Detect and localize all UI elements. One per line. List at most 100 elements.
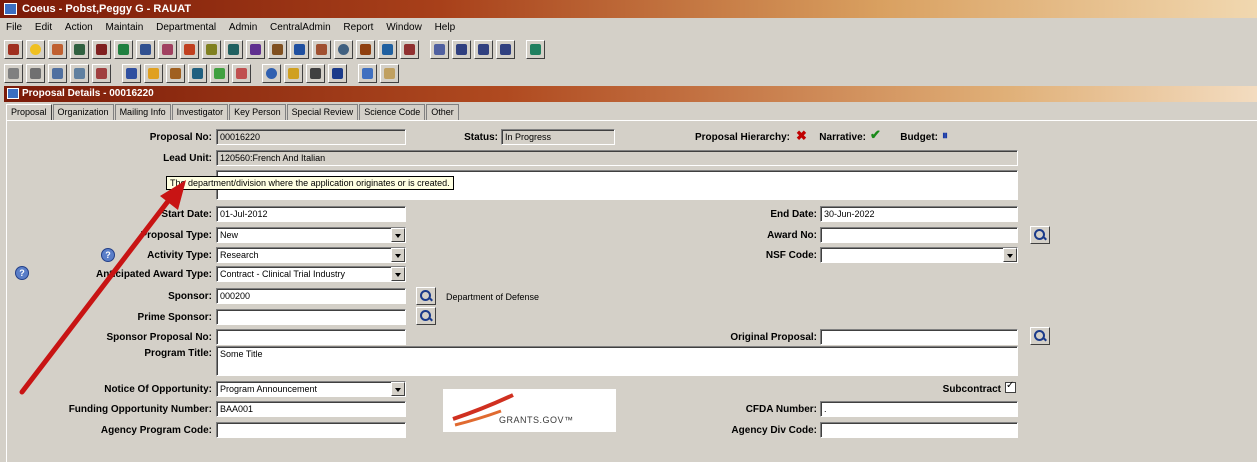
end-date-field[interactable]: 30-Jun-2022	[820, 206, 1018, 222]
menu-edit[interactable]: Edit	[35, 22, 52, 33]
activity-type-select[interactable]: Research	[216, 247, 406, 263]
toolbar-box-icon[interactable]	[290, 39, 309, 59]
menu-file[interactable]: File	[6, 22, 22, 33]
toolbar-table-icon[interactable]	[496, 39, 515, 59]
grants-gov-text: GRANTS.GOV™	[499, 415, 574, 425]
proposal-type-select[interactable]: New	[216, 227, 406, 243]
toolbar-columns-icon[interactable]	[474, 39, 493, 59]
toolbar-window-icon[interactable]	[378, 39, 397, 59]
toolbar-stack-icon[interactable]	[312, 39, 331, 59]
tab-special-review[interactable]: Special Review	[286, 104, 359, 120]
subcontract-checkbox[interactable]	[1005, 380, 1016, 393]
start-date-field[interactable]: 01-Jul-2012	[216, 206, 406, 222]
tab-key-person[interactable]: Key Person	[229, 104, 286, 120]
hierarchy-x-icon: ✖	[796, 128, 807, 143]
toolbar-flow-icon[interactable]	[70, 39, 89, 59]
agency-div-field[interactable]	[820, 422, 1018, 438]
toolbar-grid-icon[interactable]	[136, 39, 155, 59]
agency-program-field[interactable]	[216, 422, 406, 438]
menu-centraladmin[interactable]: CentralAdmin	[270, 22, 331, 33]
toolbar-circle-icon[interactable]	[334, 39, 353, 59]
toolbar-warning-icon[interactable]	[144, 63, 163, 83]
notice-select[interactable]: Program Announcement	[216, 381, 406, 397]
tab-mailing-info[interactable]: Mailing Info	[114, 104, 171, 120]
toolbar-tree-icon[interactable]	[224, 39, 243, 59]
toolbar-grid2-icon[interactable]	[166, 63, 185, 83]
award-no-field[interactable]	[820, 227, 1018, 243]
chevron-down-icon[interactable]	[391, 382, 405, 396]
toolbar-close-doc-icon[interactable]	[380, 63, 399, 83]
tab-strip: Proposal Organization Mailing Info Inves…	[6, 104, 460, 121]
narrative-check-icon: ✔	[870, 127, 881, 142]
toolbar-validate-icon[interactable]	[122, 63, 141, 83]
funding-field[interactable]: BAA001	[216, 401, 406, 417]
sponsor-proposal-field[interactable]	[216, 329, 406, 345]
toolbar-exit-icon[interactable]	[526, 39, 545, 59]
toolbar-scissors-icon[interactable]	[430, 39, 449, 59]
anticipated-award-select[interactable]: Contract - Clinical Trial Industry	[216, 266, 406, 282]
toolbar-idea-icon[interactable]	[26, 39, 45, 59]
toolbar-chart2-icon[interactable]	[232, 63, 251, 83]
toolbar-page-icon[interactable]	[70, 63, 89, 83]
sponsor-field[interactable]: 000200	[216, 288, 406, 304]
subwindow-title: Proposal Details - 00016220	[22, 88, 154, 99]
sponsor-name: Department of Defense	[446, 292, 540, 302]
prime-sponsor-field[interactable]	[216, 309, 406, 325]
toolbar-books-icon[interactable]	[92, 39, 111, 59]
menu-window[interactable]: Window	[386, 22, 422, 33]
chevron-down-icon[interactable]	[1003, 248, 1017, 262]
toolbar-forward-icon[interactable]	[26, 63, 45, 83]
original-proposal-label: Original Proposal:	[730, 332, 817, 343]
menu-report[interactable]: Report	[343, 22, 373, 33]
toolbar-report-icon[interactable]	[202, 39, 221, 59]
chevron-down-icon[interactable]	[391, 228, 405, 242]
toolbar-bars-icon[interactable]	[356, 39, 375, 59]
tab-science-code[interactable]: Science Code	[359, 104, 426, 120]
toolbar-chart-icon[interactable]	[158, 39, 177, 59]
grants-gov-logo: GRANTS.GOV™	[443, 389, 616, 432]
tab-investigator[interactable]: Investigator	[171, 104, 229, 120]
form-toolbar	[4, 62, 402, 84]
menu-maintain[interactable]: Maintain	[106, 22, 144, 33]
toolbar-sheet-icon[interactable]	[210, 63, 229, 83]
toolbar-monitor-icon[interactable]	[358, 63, 377, 83]
toolbar-users-icon[interactable]	[246, 39, 265, 59]
anticipated-award-label: Anticipated Award Type:	[96, 269, 212, 280]
original-proposal-search-icon[interactable]	[1030, 327, 1050, 345]
toolbar-back-icon[interactable]	[4, 63, 23, 83]
chevron-down-icon[interactable]	[391, 267, 405, 281]
menu-departmental[interactable]: Departmental	[156, 22, 216, 33]
award-search-icon[interactable]	[1030, 226, 1050, 244]
menu-help[interactable]: Help	[435, 22, 456, 33]
toolbar-org-icon[interactable]	[268, 39, 287, 59]
prime-sponsor-search-icon[interactable]	[416, 307, 436, 325]
sponsor-search-icon[interactable]	[416, 287, 436, 305]
menu-admin[interactable]: Admin	[229, 22, 257, 33]
nsf-code-label: NSF Code:	[765, 250, 817, 261]
toolbar-award-icon[interactable]	[180, 39, 199, 59]
toolbar-list-icon[interactable]	[452, 39, 471, 59]
toolbar-link-icon[interactable]	[188, 63, 207, 83]
tab-proposal[interactable]: Proposal	[6, 104, 52, 121]
toolbar-book-icon[interactable]	[400, 39, 419, 59]
chevron-down-icon[interactable]	[391, 248, 405, 262]
toolbar-doc-icon[interactable]	[48, 63, 67, 83]
cfda-field[interactable]: .	[820, 401, 1018, 417]
menu-action[interactable]: Action	[65, 22, 93, 33]
prime-sponsor-label: Prime Sponsor:	[137, 312, 212, 323]
tab-other[interactable]: Other	[426, 104, 459, 120]
tab-organization[interactable]: Organization	[52, 104, 114, 120]
toolbar-hierarchy-icon[interactable]	[92, 63, 111, 83]
agency-div-label: Agency Div Code:	[731, 425, 817, 436]
toolbar-compass-icon[interactable]	[262, 63, 281, 83]
award-type-help-icon[interactable]: ?	[15, 266, 29, 280]
toolbar-send-icon[interactable]	[284, 63, 303, 83]
toolbar-print-icon[interactable]	[306, 63, 325, 83]
toolbar-people-icon[interactable]	[114, 39, 133, 59]
program-title-field[interactable]: Some Title	[216, 346, 1018, 376]
nsf-code-select[interactable]	[820, 247, 1018, 263]
original-proposal-field[interactable]	[820, 329, 1018, 345]
toolbar-save-icon[interactable]	[328, 63, 347, 83]
toolbar-copy-icon[interactable]	[48, 39, 67, 59]
toolbar-proposal-icon[interactable]	[4, 39, 23, 59]
